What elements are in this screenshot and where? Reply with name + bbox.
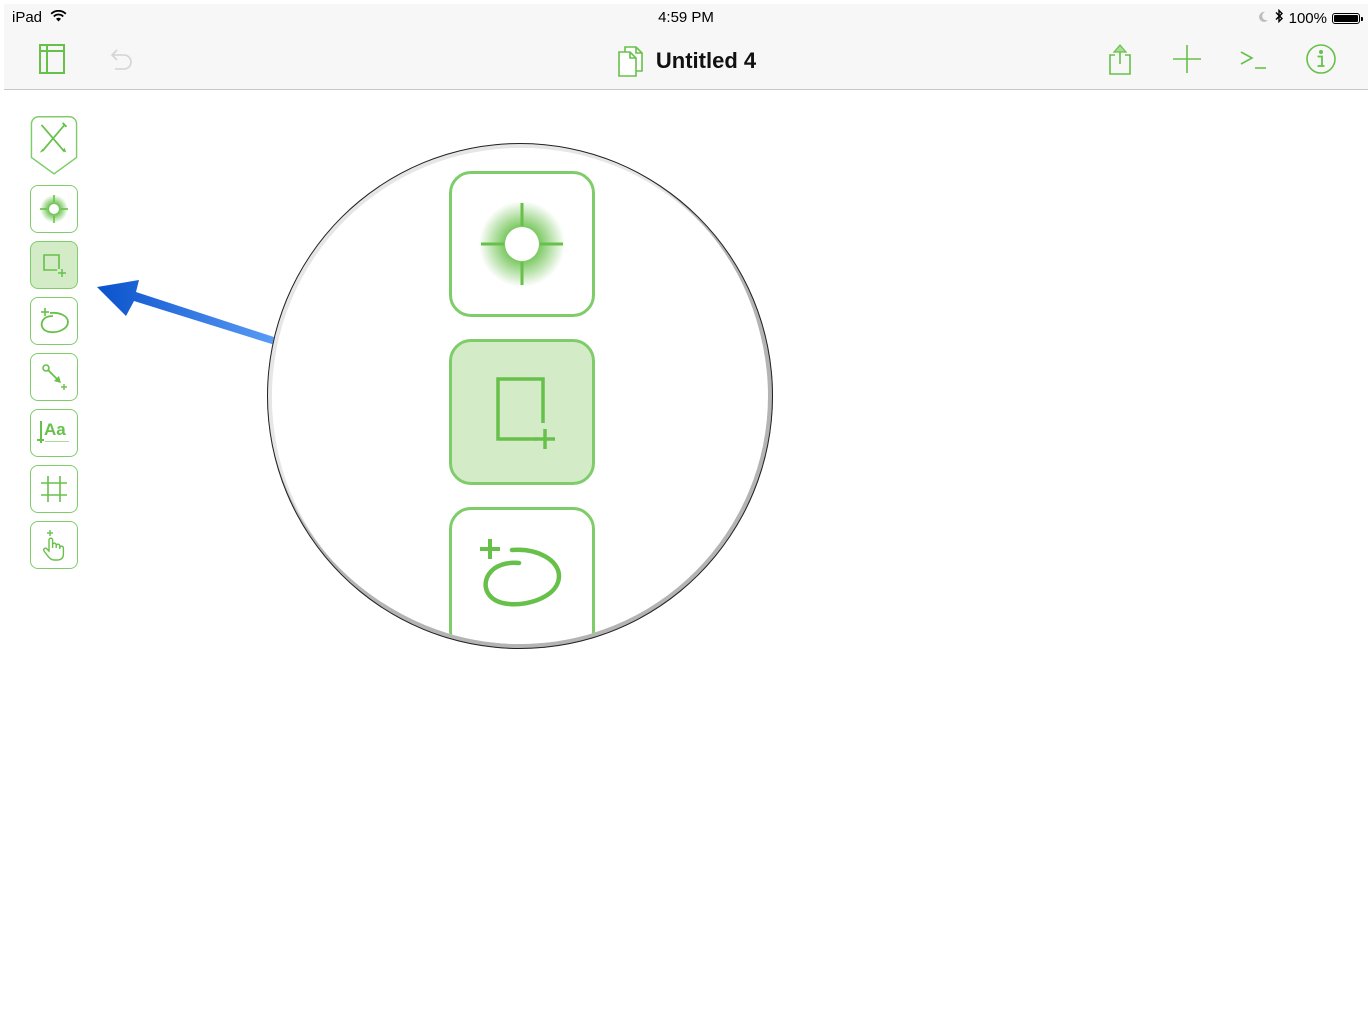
bluetooth-icon: [1274, 8, 1284, 27]
terminal-icon: [1240, 51, 1266, 69]
grid-frame-icon: [41, 472, 67, 502]
document-title[interactable]: Untitled 4: [656, 48, 756, 74]
crosshair-icon: [479, 201, 565, 287]
crosshair-icon: [40, 195, 68, 223]
tool-freehand-tool[interactable]: [30, 297, 78, 345]
info-icon: [1306, 44, 1336, 74]
text-aa-icon: Aa: [37, 418, 71, 448]
top-bar: iPad 4:59 PM 100% Untitled 4: [4, 4, 1368, 90]
add-button[interactable]: [1170, 42, 1204, 76]
lasso-plus-icon: [480, 539, 562, 607]
info-button[interactable]: [1304, 42, 1338, 76]
magnified-selection-tool: [449, 171, 595, 317]
tool-line-tool[interactable]: [30, 353, 78, 401]
battery-percent: 100%: [1288, 9, 1327, 27]
tool-drawing-tools[interactable]: [30, 115, 78, 177]
rectangle-plus-icon: [496, 377, 555, 449]
lasso-plus-icon: [40, 308, 69, 334]
magnifier-callout: [267, 143, 773, 649]
magnified-shape-tool: [449, 339, 595, 485]
console-button[interactable]: [1236, 42, 1270, 76]
magnifier-content: [272, 148, 768, 644]
battery-icon: [1332, 12, 1363, 24]
rectangle-plus-icon: [43, 254, 66, 277]
tool-browse-tool[interactable]: [30, 521, 78, 569]
share-icon: [1109, 44, 1131, 75]
tool-shape-tool[interactable]: [30, 241, 78, 289]
share-button[interactable]: [1103, 42, 1137, 76]
tool-text-tool[interactable]: Aa: [30, 409, 78, 457]
status-time: 4:59 PM: [658, 9, 714, 26]
sidebar-toggle-button[interactable]: [35, 42, 69, 76]
moon-icon: [1257, 10, 1269, 27]
undo-icon: [110, 49, 132, 70]
undo-button[interactable]: [104, 42, 138, 76]
callout-arrow: [97, 280, 277, 345]
tool-diagram-tool[interactable]: [30, 465, 78, 513]
plus-icon: [1173, 45, 1201, 73]
documents-icon[interactable]: [616, 44, 646, 78]
status-bar-right: 100%: [1257, 8, 1363, 27]
text-tool-label: Aa: [44, 420, 66, 439]
document-title-area: Untitled 4: [4, 44, 1368, 78]
tool-selection-tool[interactable]: [30, 185, 78, 233]
sidebar-icon: [39, 44, 65, 74]
hand-pointer-icon: [43, 530, 65, 561]
magnified-freehand-tool: [449, 507, 595, 644]
connector-line-icon: [42, 364, 67, 390]
palette-shield-outline: [30, 116, 78, 175]
